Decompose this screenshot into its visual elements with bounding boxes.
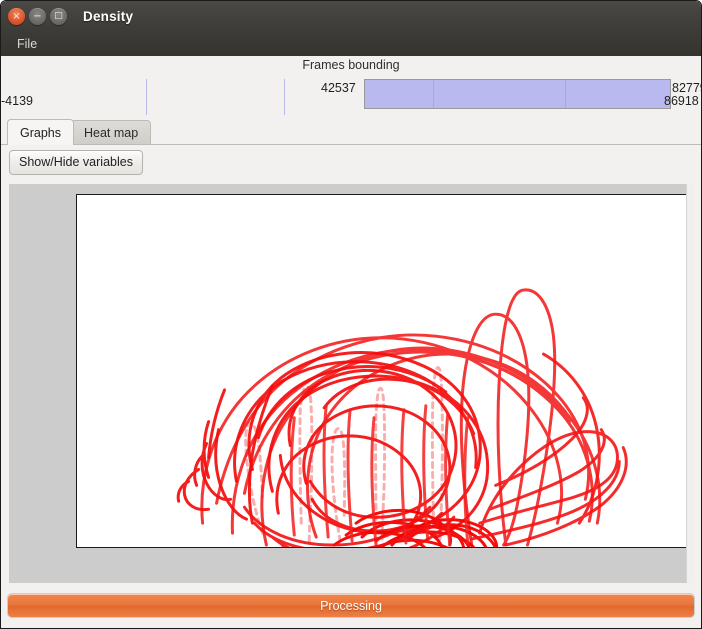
maximize-button[interactable]: □ [50,8,67,25]
title-bar: × − □ Density [1,1,701,32]
x-tick-label-2: 0 [308,547,315,548]
application-window: × − □ Density File Frames bounding -4139… [0,0,702,629]
range-bar-divider-1 [433,80,434,108]
tab-heat-map-label: Heat map [84,126,139,140]
window-title: Density [83,9,134,24]
x-tick-label-3: 5 [387,547,394,548]
x-tick-mark-3 [390,547,391,548]
x-tick-label-6: 20 [621,547,634,548]
range-tick-2 [284,79,285,115]
y-tick-label-3: -12 [76,341,77,355]
maximize-icon: □ [54,11,63,21]
range-max-label: 86918 [664,94,699,108]
tab-graphs[interactable]: Graphs [7,119,74,145]
y-tick-label-1: -8 [76,246,77,260]
y-tick-label-5: -16 [76,436,77,450]
frames-bounding-panel: Frames bounding -4139 42537 82779 86918 [1,56,701,119]
x-tick-mark-4 [469,547,470,548]
range-selection-bar[interactable] [364,79,671,109]
y-tick-label-2: -10 [76,294,77,308]
close-icon: × [12,10,21,22]
status-bar: Processing [1,583,701,628]
plot-vertical-scrollbar[interactable] [686,184,693,628]
x-tick-mark-1 [232,547,233,548]
x-tick-mark-5 [548,547,549,548]
graphs-toolbar: Show/Hide variables [1,145,701,179]
x-tick-mark-6 [627,547,628,548]
x-tick-mark-2 [311,547,312,548]
menu-bar: File [1,32,701,56]
range-low-value: 42537 [321,81,356,95]
range-high-value: 82779 [672,81,701,95]
close-button[interactable]: × [8,8,25,25]
progress-label: Processing [320,598,382,613]
y-tick-label-6: -18 [76,484,77,498]
range-bar-divider-2 [565,80,566,108]
frames-bounding-title: Frames bounding [302,58,400,72]
minimize-button[interactable]: − [29,8,46,25]
client-area: Frames bounding -4139 42537 82779 86918 … [1,56,701,628]
x-tick-label-4: 10 [463,547,476,548]
x-tick-label-1: -5 [227,547,238,548]
x-tick-mark-0 [153,547,154,548]
show-hide-variables-button[interactable]: Show/Hide variables [9,149,143,175]
tab-heat-map[interactable]: Heat map [71,120,152,145]
trajectory-plot-svg [176,288,628,547]
plot-panel: -6 -8 -10 -12 -14 -16 -18 -20 -10 -5 [9,184,693,628]
trajectory-right-sweeps [470,352,628,547]
x-tick-label-0: -10 [144,547,161,548]
progress-bar: Processing [7,593,695,618]
y-tick-label-4: -14 [76,389,77,403]
tab-graphs-label: Graphs [20,125,61,140]
menu-item-file[interactable]: File [11,36,43,52]
minimize-icon: − [33,10,42,22]
tab-bar: Graphs Heat map [1,119,701,145]
y-tick-label-0: -6 [76,199,77,213]
y-tick-label-7: -20 [76,531,77,545]
plot-area[interactable]: -6 -8 -10 -12 -14 -16 -18 -20 -10 -5 [76,194,691,548]
x-tick-label-5: 15 [542,547,555,548]
range-min-label: -4139 [1,94,33,108]
range-tick-1 [146,79,147,115]
